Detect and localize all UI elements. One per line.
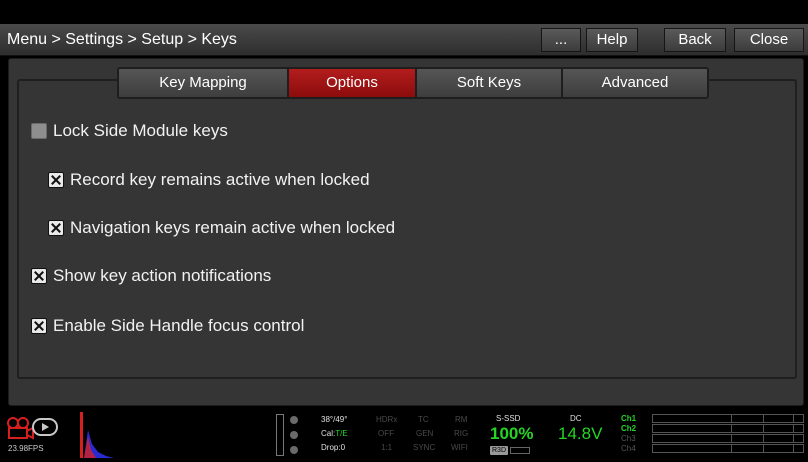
option-record-key-active[interactable]: Record key remains active when locked (48, 169, 370, 191)
audio-ch1-label: Ch1 (621, 414, 637, 423)
audio-ch3-label: Ch3 (621, 434, 636, 443)
option-label: Lock Side Module keys (53, 121, 228, 140)
tab-soft-keys[interactable]: Soft Keys (417, 69, 563, 97)
option-show-key-action-notifications[interactable]: Show key action notifications (31, 265, 271, 287)
hdrx-value: OFF (378, 429, 394, 438)
more-button[interactable]: ... (541, 28, 581, 52)
audio-meter-ch2 (652, 424, 804, 433)
settings-panel: Key Mapping Options Soft Keys Advanced L… (8, 58, 804, 406)
status-led-1 (290, 416, 298, 424)
tc-label: TC (418, 415, 429, 424)
option-navigation-keys-active[interactable]: Navigation keys remain active when locke… (48, 217, 395, 239)
audio-level-box (276, 414, 284, 456)
breadcrumb: Menu > Settings > Setup > Keys (7, 31, 237, 48)
drop-readout: Drop:0 (321, 443, 346, 452)
status-led-3 (290, 446, 298, 454)
media-format-tag: R3D (490, 446, 509, 455)
status-led-2 (290, 431, 298, 439)
close-button[interactable]: Close (734, 28, 804, 52)
hdrx-ratio: 1:1 (381, 443, 393, 452)
audio-meter-ch3 (652, 434, 804, 443)
audio-meter-ch1 (652, 414, 804, 423)
audio-ch2-label: Ch2 (621, 424, 637, 433)
audio-meter-ch4 (652, 444, 804, 453)
checkbox-enable-side-handle-focus[interactable] (31, 318, 47, 334)
rm-wifi: WIFI (451, 443, 468, 452)
tab-key-mapping[interactable]: Key Mapping (119, 69, 289, 97)
checkbox-lock-side-module-keys[interactable] (31, 123, 47, 139)
checkbox-show-key-action-notifications[interactable] (31, 268, 47, 284)
top-black-bar (0, 0, 808, 24)
media-percent: 100% (490, 424, 534, 443)
voltage-readout: 14.8V (558, 424, 603, 443)
tc-sync: SYNC (413, 443, 436, 452)
back-button[interactable]: Back (664, 28, 726, 52)
playback-icon[interactable] (32, 418, 58, 436)
tab-options[interactable]: Options (289, 69, 417, 97)
histogram (80, 412, 114, 458)
checkbox-record-key-active[interactable] (48, 172, 64, 188)
cal-value: T/E (335, 429, 348, 438)
rm-label: RM (455, 415, 468, 424)
audio-ch4-label: Ch4 (621, 444, 636, 453)
cal-label: Cal: (321, 429, 336, 438)
power-source-label: DC (570, 414, 582, 423)
media-label: S-SSD (496, 414, 521, 423)
cal-readout: Cal:T/E (321, 429, 348, 438)
help-button[interactable]: Help (586, 28, 638, 52)
temperature-readout: 38°/49° (321, 415, 348, 424)
media-fill-bar (510, 447, 530, 454)
checkbox-navigation-keys-active[interactable] (48, 220, 64, 236)
rm-rig: RIG (454, 429, 469, 438)
tab-advanced[interactable]: Advanced (563, 69, 707, 97)
hdrx-label: HDRx (376, 415, 398, 424)
fps-readout: 23.98FPS (8, 444, 44, 453)
option-enable-side-handle-focus[interactable]: Enable Side Handle focus control (31, 315, 304, 337)
menu-title-bar: Menu > Settings > Setup > Keys ... Help … (0, 24, 808, 56)
option-label: Enable Side Handle focus control (53, 316, 305, 335)
option-label: Show key action notifications (53, 266, 272, 285)
option-label: Navigation keys remain active when locke… (70, 218, 396, 237)
tc-gen: GEN (416, 429, 434, 438)
option-lock-side-module-keys[interactable]: Lock Side Module keys (31, 120, 228, 142)
tab-bar: Key Mapping Options Soft Keys Advanced (117, 67, 709, 99)
option-label: Record key remains active when locked (70, 170, 370, 189)
camera-status-bar: 23.98FPS 38°/49° Cal:T/E Drop:0 HDRx OFF… (0, 410, 808, 462)
